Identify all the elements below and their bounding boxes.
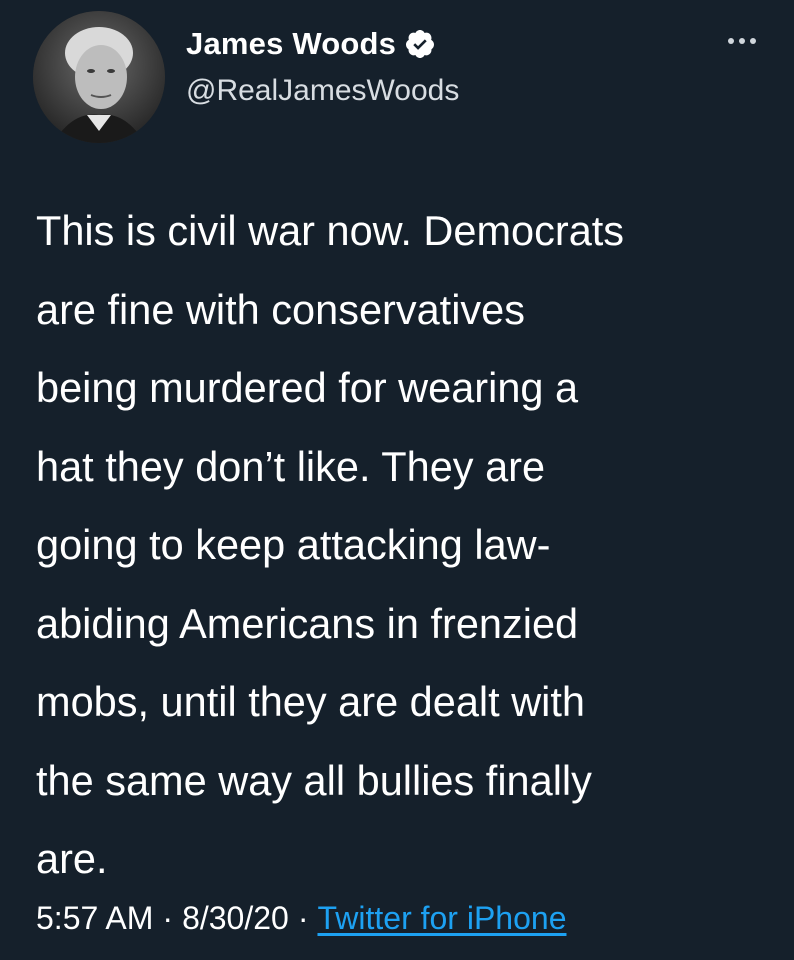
profile-photo-icon	[33, 11, 165, 143]
display-name[interactable]: James Woods	[186, 26, 396, 62]
tweet-time[interactable]: 5:57 AM	[36, 900, 153, 936]
meta-separator: ·	[162, 900, 174, 936]
verified-badge-icon	[406, 30, 435, 58]
tweet-date[interactable]: 8/30/20	[182, 900, 289, 936]
tweet-card: James Woods @RealJamesWoods This is civi…	[0, 0, 794, 960]
tweet-meta: 5:57 AM · 8/30/20 · Twitter for iPhone	[36, 900, 566, 937]
avatar[interactable]	[33, 11, 165, 143]
tweet-source-link[interactable]: Twitter for iPhone	[317, 900, 566, 936]
meta-separator: ·	[297, 900, 309, 936]
tweet-text: This is civil war now. Democrats are fin…	[36, 207, 625, 882]
author-name-row: James Woods	[186, 26, 436, 62]
more-horizontal-icon[interactable]	[726, 33, 758, 49]
author-handle[interactable]: @RealJamesWoods	[186, 74, 459, 108]
